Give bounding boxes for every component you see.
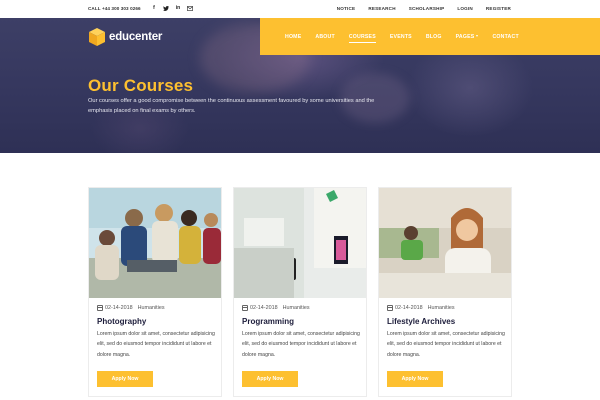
top-links: NOTICE RESEARCH SCHOLARSHIP LOGIN REGIST… (337, 6, 511, 11)
course-category[interactable]: Humanities (428, 305, 455, 311)
logo-text: educenter (109, 31, 163, 43)
hero-banner: educenter HOME ABOUT COURSES EVENTS BLOG… (0, 18, 600, 153)
main-nav: HOME ABOUT COURSES EVENTS BLOG PAGES CON… (260, 18, 600, 55)
nav-pages-label: PAGES (455, 33, 475, 40)
nav-contact[interactable]: CONTACT (492, 34, 518, 40)
course-card: 02-14-2018 Humanities Photography Lorem … (88, 187, 222, 397)
nav-blog[interactable]: BLOG (426, 34, 442, 40)
course-title[interactable]: Programming (242, 317, 294, 326)
apply-now-button[interactable]: Apply Now (387, 371, 443, 387)
nav-pages[interactable]: PAGES (456, 34, 479, 40)
logo-cube-icon (89, 28, 105, 46)
facebook-icon[interactable]: f (151, 4, 157, 12)
top-link-notice[interactable]: NOTICE (337, 6, 356, 11)
nav-about[interactable]: ABOUT (315, 34, 334, 40)
course-date: 02-14-2018 (250, 305, 278, 311)
page-description: Our courses offer a good compromise betw… (88, 98, 375, 114)
course-list: 02-14-2018 Humanities Photography Lorem … (88, 187, 512, 400)
calendar-icon (387, 305, 393, 311)
top-link-register[interactable]: REGISTER (486, 6, 511, 11)
course-category[interactable]: Humanities (283, 305, 310, 311)
calendar-icon (242, 305, 248, 311)
course-meta: 02-14-2018 Humanities (97, 305, 165, 311)
phone-number[interactable]: CALL +44 300 303 0266 (88, 6, 141, 11)
course-image-photography[interactable] (89, 188, 221, 298)
course-card: 02-14-2018 Humanities Programming Lorem … (233, 187, 367, 397)
site-logo[interactable]: educenter (88, 27, 162, 47)
nav-events[interactable]: EVENTS (390, 34, 412, 40)
top-bar: CALL +44 300 303 0266 f in NOTICE RESEAR… (0, 0, 600, 18)
course-image-programming[interactable] (234, 188, 366, 298)
social-links: f in (151, 4, 193, 12)
twitter-icon[interactable] (163, 4, 169, 12)
course-description: Lorem ipsum dolor sit amet, consectetur … (387, 331, 505, 358)
course-card: 02-14-2018 Humanities Lifestyle Archives… (378, 187, 512, 397)
apply-now-button[interactable]: Apply Now (97, 371, 153, 387)
course-meta: 02-14-2018 Humanities (242, 305, 310, 311)
nav-courses[interactable]: COURSES (348, 34, 376, 43)
course-description: Lorem ipsum dolor sit amet, consectetur … (242, 331, 360, 358)
course-meta: 02-14-2018 Humanities (387, 305, 455, 311)
course-description: Lorem ipsum dolor sit amet, consectetur … (97, 331, 215, 358)
calendar-icon (97, 305, 103, 311)
page-title: Our Courses (88, 76, 194, 95)
linkedin-icon[interactable]: in (175, 4, 181, 12)
top-link-scholarship[interactable]: SCHOLARSHIP (409, 6, 445, 11)
top-link-login[interactable]: LOGIN (457, 6, 473, 11)
course-category[interactable]: Humanities (138, 305, 165, 311)
course-date: 02-14-2018 (395, 305, 423, 311)
course-title[interactable]: Photography (97, 317, 146, 326)
course-date: 02-14-2018 (105, 305, 133, 311)
nav-home[interactable]: HOME (285, 34, 301, 40)
mail-icon[interactable] (187, 4, 193, 12)
top-link-research[interactable]: RESEARCH (368, 6, 395, 11)
chevron-down-icon (476, 35, 479, 38)
apply-now-button[interactable]: Apply Now (242, 371, 298, 387)
course-title[interactable]: Lifestyle Archives (387, 317, 455, 326)
course-image-lifestyle[interactable] (379, 188, 511, 298)
